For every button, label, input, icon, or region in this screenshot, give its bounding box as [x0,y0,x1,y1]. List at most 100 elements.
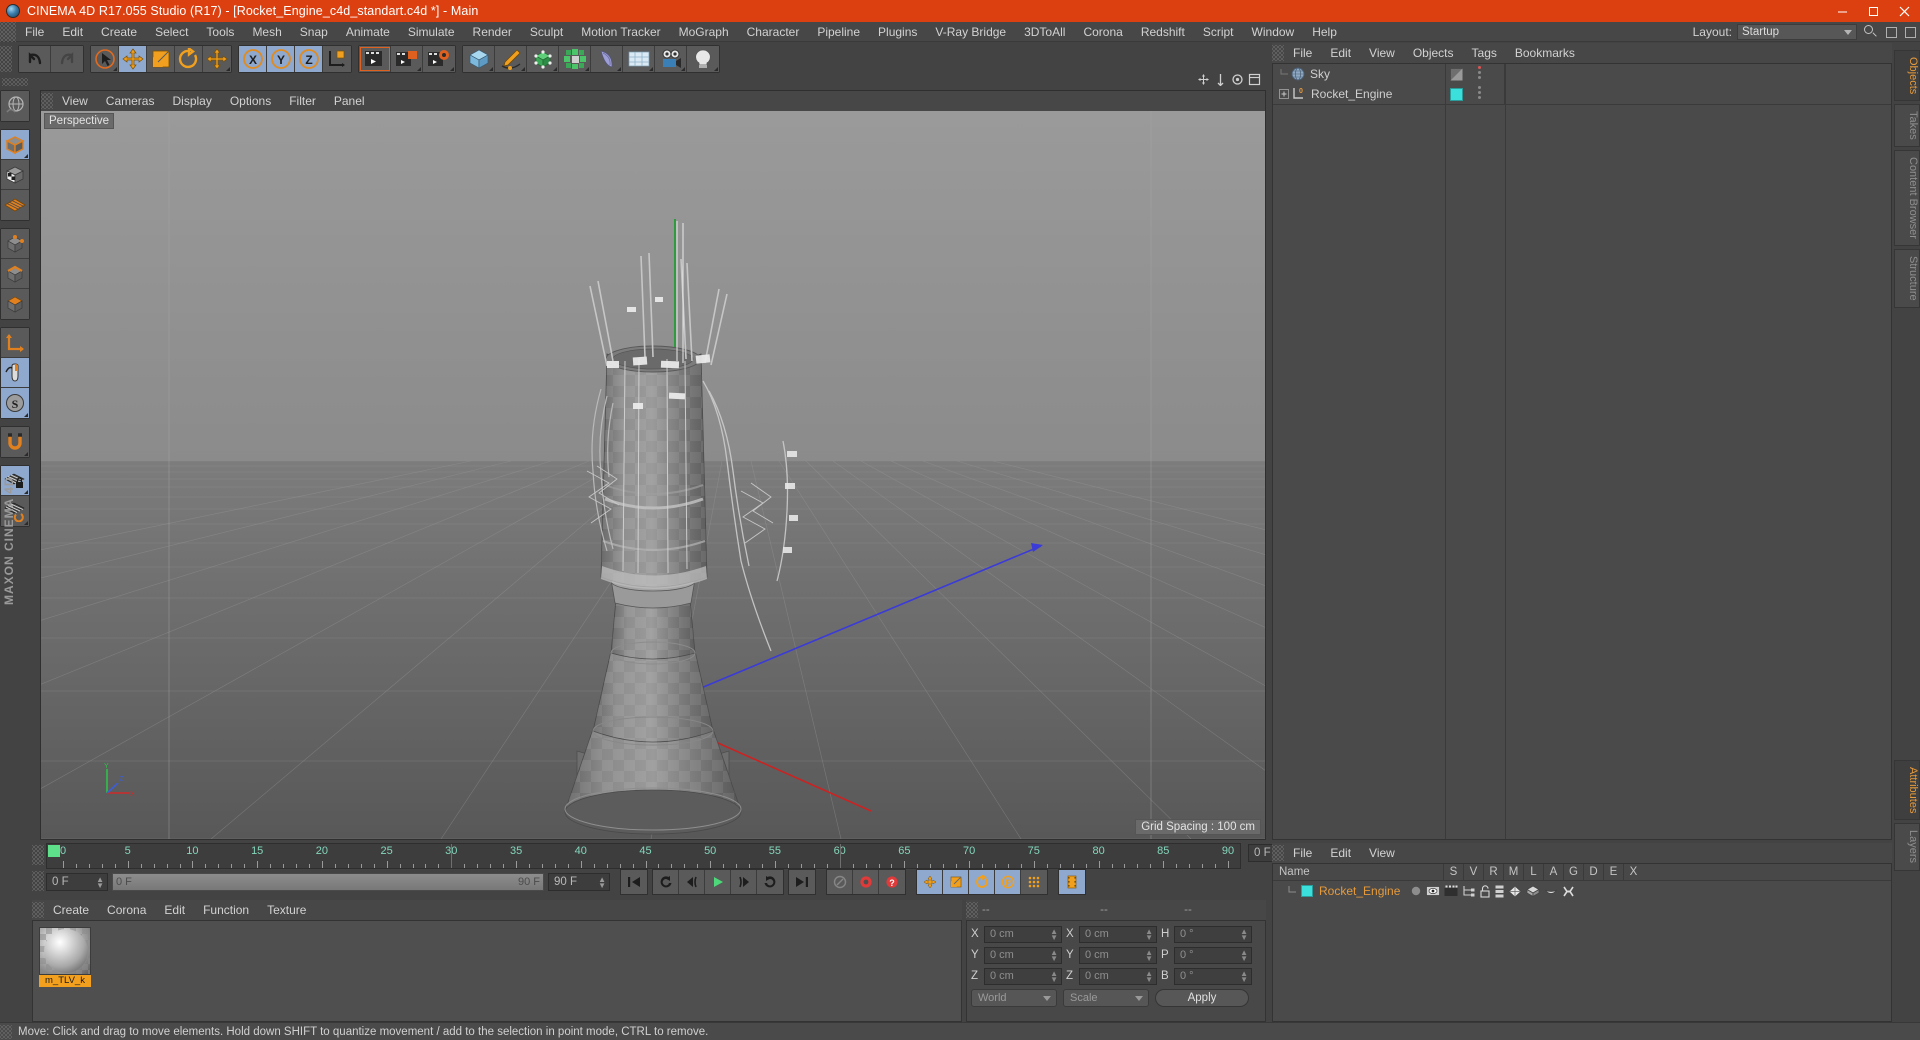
attribute-menu-file[interactable]: File [1284,843,1321,863]
vtab-layers[interactable]: Layers [1894,823,1920,871]
maximize-view-icon[interactable] [1248,73,1261,86]
render-visibility-dot[interactable] [1478,91,1481,94]
menu-item-plugins[interactable]: Plugins [869,22,926,42]
hierarchy-icon[interactable] [1462,885,1475,897]
render-visibility-dot[interactable] [1478,71,1481,74]
axis-x-button[interactable]: X [239,46,267,72]
world-coordinate-button[interactable] [323,46,351,72]
menu-item-mograph[interactable]: MoGraph [670,22,738,42]
move-alt-tool-button[interactable] [203,46,231,72]
menu-item-character[interactable]: Character [738,22,809,42]
spinner-icon[interactable]: ▲▼ [1145,927,1153,941]
viewport-menu-panel[interactable]: Panel [325,91,374,111]
attribute-column-name[interactable]: Name [1273,866,1443,878]
polygons-mode-button[interactable] [1,289,29,319]
undo-view-button[interactable] [1,91,29,121]
object-visibility-dots[interactable] [1478,66,1481,81]
object-menu-tags[interactable]: Tags [1463,43,1506,63]
attribute-row[interactable]: Rocket_Engine [1273,881,1891,901]
unlock-icon[interactable] [1479,884,1491,898]
menu-item-file[interactable]: File [16,22,53,42]
menu-item-mesh[interactable]: Mesh [243,22,290,42]
material-menu-texture[interactable]: Texture [258,900,315,920]
rotation-h-field[interactable]: 0 ° ▲ ▼ [1174,925,1252,943]
render-tag-icon[interactable] [1444,885,1458,897]
points-mode-button[interactable] [1,229,29,259]
menu-item-motion-tracker[interactable]: Motion Tracker [572,22,669,42]
menu-item-edit[interactable]: Edit [53,22,92,42]
object-tree[interactable]: Sky 0 Rocket_Engine [1272,63,1892,840]
vtab-structure[interactable]: Structure [1894,248,1920,308]
record-button[interactable] [853,870,879,894]
render-visibility-dot-2[interactable] [1478,96,1481,99]
material-menu-edit[interactable]: Edit [155,900,194,920]
layout-options-icon[interactable] [1905,26,1916,38]
size-x-field[interactable]: 0 cm ▲ ▼ [1079,925,1157,943]
attribute-grip[interactable] [1272,845,1284,861]
viewport-menu-filter[interactable]: Filter [280,91,325,111]
attribute-column-e[interactable]: E [1603,863,1623,881]
attribute-column-d[interactable]: D [1583,863,1603,881]
timeline-ruler[interactable]: 051015202530354045505560657075808590 [46,843,1241,869]
object-menu-file[interactable]: File [1284,43,1321,63]
edges-mode-button[interactable] [1,259,29,289]
spinner-icon[interactable]: ▲▼ [1240,969,1248,983]
editor-visibility-dot[interactable] [1478,86,1481,89]
vtab-attributes[interactable]: Attributes [1894,760,1920,821]
attribute-column-r[interactable]: R [1483,863,1503,881]
texture-mode-button[interactable] [1,160,29,190]
camera-button[interactable] [655,46,687,72]
apply-button[interactable]: Apply [1155,989,1249,1007]
layer-icon[interactable] [1495,885,1504,898]
render-visibility-dot-2[interactable] [1478,76,1481,79]
move-view-icon[interactable] [1197,73,1210,86]
object-menu-objects[interactable]: Objects [1404,43,1463,63]
rotation-b-field[interactable]: 0 ° ▲ ▼ [1174,967,1252,985]
next-frame-button[interactable] [731,870,757,894]
prev-keyframe-button[interactable] [653,870,679,894]
vtab-takes[interactable]: Takes [1894,104,1920,148]
null-object-icon[interactable]: 0 [1291,87,1306,101]
material-menu-create[interactable]: Create [44,900,98,920]
vtab-objects[interactable]: Objects [1894,50,1920,102]
editor-visibility-dot[interactable] [1478,66,1481,69]
attribute-column-m[interactable]: M [1503,863,1523,881]
position-x-field[interactable]: 0 cm ▲ ▼ [984,925,1062,943]
redo-button[interactable] [51,46,83,72]
attribute-menu-view[interactable]: View [1360,843,1404,863]
spinner-icon[interactable]: ▲▼ [1240,948,1248,962]
spinner-icon[interactable]: ▲▼ [1145,969,1153,983]
restore-layout-icon[interactable] [1886,26,1897,38]
bend-deformer-button[interactable] [591,46,623,72]
live-selection-button[interactable] [91,46,119,72]
material-tag-icon[interactable] [1526,885,1541,898]
material-item[interactable]: m_TLV_k [39,927,91,987]
spinner-icon[interactable]: ▲▼ [1050,927,1058,941]
rotation-key-button[interactable] [969,870,995,894]
spinner-icon[interactable]: ▲▼ [1050,948,1058,962]
maximize-button[interactable] [1858,0,1889,22]
go-to-end-button[interactable] [789,870,815,894]
menu-item-corona[interactable]: Corona [1074,22,1131,42]
spinner-icon[interactable]: ▲▼ [1145,948,1153,962]
coordinates-grip[interactable] [966,902,978,918]
menu-item-animate[interactable]: Animate [337,22,399,42]
dot-icon[interactable] [1410,885,1422,897]
object-visibility-dots[interactable] [1478,86,1481,101]
spinner-icon[interactable]: ▲▼ [598,876,606,890]
object-menu-view[interactable]: View [1360,43,1404,63]
search-icon[interactable] [1862,24,1878,40]
axis-z-button[interactable]: Z [295,46,323,72]
menu-item-simulate[interactable]: Simulate [399,22,464,42]
scale-snap-button[interactable]: S [1,388,29,418]
enable-axis-button[interactable] [1,328,29,358]
current-frame-field[interactable]: 0 F ▲ ▼ [46,873,108,891]
key-selection-button[interactable]: ? [879,870,905,894]
vtab-content-browser[interactable]: Content Browser [1894,150,1920,246]
viewport-menu-options[interactable]: Options [221,91,280,111]
menu-item-redshift[interactable]: Redshift [1132,22,1194,42]
light-button[interactable] [687,46,719,72]
spline-pen-button[interactable] [495,46,527,72]
object-row-sky[interactable]: Sky [1273,64,1891,84]
expand-toggle-icon[interactable] [1279,89,1289,99]
